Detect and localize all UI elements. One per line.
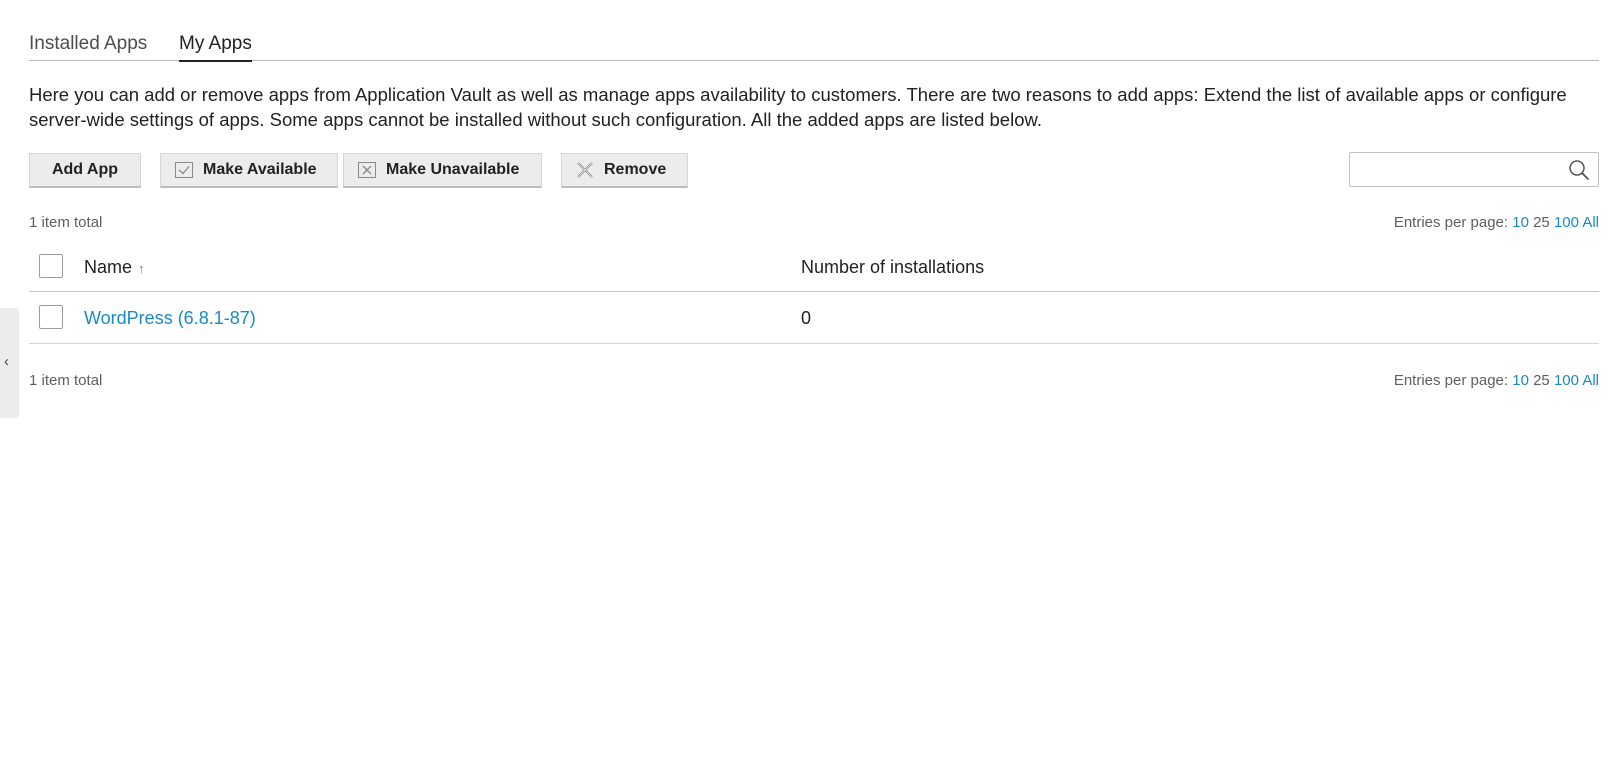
chevron-left-icon: ‹ xyxy=(4,353,9,370)
installations-count: 0 xyxy=(801,308,812,328)
per-page-100[interactable]: 100 xyxy=(1554,214,1579,231)
main-content: Installed Apps My Apps Here you can add … xyxy=(29,0,1599,389)
entries-per-page-bottom: Entries per page: 10 25 100 All xyxy=(1394,372,1599,389)
per-page-25: 25 xyxy=(1533,214,1550,231)
make-unavailable-label: Make Unavailable xyxy=(386,161,520,178)
sort-ascending-icon: ↑ xyxy=(138,261,145,276)
column-header-installations: Number of installations xyxy=(801,257,985,277)
entries-per-page-label: Entries per page: xyxy=(1393,214,1509,231)
tab-my-apps[interactable]: My Apps xyxy=(179,32,252,62)
remove-button[interactable]: Remove xyxy=(561,153,688,188)
make-unavailable-icon xyxy=(358,162,376,178)
make-unavailable-button[interactable]: Make Unavailable xyxy=(343,153,542,188)
per-page-10[interactable]: 10 xyxy=(1512,372,1529,389)
remove-x-icon xyxy=(576,162,594,178)
search-box xyxy=(1349,152,1599,187)
table-row: WordPress (6.8.1-87) 0 xyxy=(29,292,1599,344)
app-name-link[interactable]: WordPress (6.8.1-87) xyxy=(84,307,256,329)
items-total: 1 item total xyxy=(29,214,103,231)
sidebar-collapse-toggle[interactable]: ‹ xyxy=(0,308,19,418)
row-checkbox[interactable] xyxy=(39,305,63,329)
page-description: Here you can add or remove apps from App… xyxy=(29,84,1567,130)
remove-label: Remove xyxy=(604,161,667,178)
per-page-all[interactable]: All xyxy=(1582,372,1599,389)
column-header-name[interactable]: Name ↑ xyxy=(84,256,145,280)
select-all-checkbox[interactable] xyxy=(39,254,63,278)
search-input[interactable] xyxy=(1350,153,1576,184)
tab-bar: Installed Apps My Apps xyxy=(29,0,1599,62)
per-page-all[interactable]: All xyxy=(1582,214,1599,231)
add-app-button[interactable]: Add App xyxy=(29,153,141,188)
entries-per-page-label: Entries per page: xyxy=(1393,372,1509,389)
apps-table: Name ↑ Number of installations WordPress … xyxy=(29,241,1599,344)
per-page-100[interactable]: 100 xyxy=(1554,372,1579,389)
add-app-label: Add App xyxy=(51,161,119,178)
make-available-icon xyxy=(175,162,193,178)
tab-installed-apps[interactable]: Installed Apps xyxy=(29,32,147,56)
make-available-button[interactable]: Make Available xyxy=(160,153,338,188)
make-available-label: Make Available xyxy=(203,161,317,178)
column-header-name-label: Name xyxy=(84,257,133,277)
search-icon[interactable] xyxy=(1568,159,1590,186)
per-page-10[interactable]: 10 xyxy=(1512,214,1529,231)
table-header-row: Name ↑ Number of installations xyxy=(29,241,1599,292)
per-page-25: 25 xyxy=(1533,372,1550,389)
entries-per-page: Entries per page: 10 25 100 All xyxy=(1394,214,1599,231)
items-total-bottom: 1 item total xyxy=(29,372,103,389)
